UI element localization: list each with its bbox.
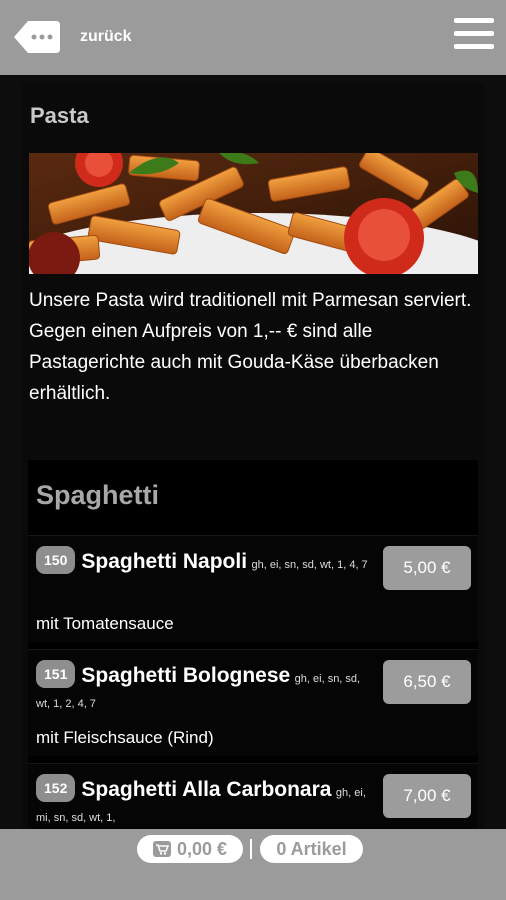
section-intro: Unsere Pasta wird traditionell mit Parme… xyxy=(29,290,472,404)
section-title: Pasta xyxy=(30,103,89,128)
price-button[interactable]: 7,00 € xyxy=(383,774,471,818)
back-label[interactable]: zurück xyxy=(80,28,132,46)
item-name: Spaghetti Bolognese xyxy=(81,664,291,687)
price-button[interactable]: 6,50 € xyxy=(383,660,471,704)
menu-item[interactable]: 150 Spaghetti Napoli gh, ei, sn, sd, wt, … xyxy=(28,535,478,642)
item-description: mit Tomatensauce xyxy=(36,614,174,633)
cart-count: 0 Artikel xyxy=(276,838,347,859)
cart-total: 0,00 € xyxy=(176,838,228,859)
back-arrow-icon xyxy=(14,21,60,53)
item-header: 150 Spaghetti Napoli gh, ei, sn, sd, wt, … xyxy=(36,546,376,577)
cart-count-button[interactable]: 0 Artikel xyxy=(260,835,363,863)
item-number-badge: 150 xyxy=(36,546,76,574)
hamburger-menu-icon[interactable] xyxy=(454,18,494,54)
back-button[interactable] xyxy=(12,19,62,55)
bottom-bar: 0,00 € 0 Artikel xyxy=(0,829,506,900)
item-allergens: gh, ei, sn, sd, wt, 1, 4, 7 xyxy=(251,559,368,571)
cart-icon xyxy=(152,841,171,857)
item-header: 152 Spaghetti Alla Carbonara gh, ei, mi, … xyxy=(36,774,376,829)
item-number-badge: 151 xyxy=(36,660,76,688)
pasta-image xyxy=(29,153,478,274)
top-bar: zurück xyxy=(0,0,506,75)
item-name: Spaghetti Alla Carbonara xyxy=(81,778,332,801)
item-header: 151 Spaghetti Bolognese gh, ei, sn, sd, w… xyxy=(36,660,376,716)
menu-item[interactable]: 151 Spaghetti Bolognese gh, ei, sn, sd, w… xyxy=(28,649,478,756)
cart-divider xyxy=(250,839,252,859)
price-button[interactable]: 5,00 € xyxy=(383,546,471,590)
menu-item[interactable]: 152 Spaghetti Alla Carbonara gh, ei, mi, … xyxy=(28,763,478,829)
cart-total-button[interactable]: 0,00 € xyxy=(137,835,243,863)
content-area: Pasta Unsere Pasta wird traditionell mit… xyxy=(0,75,506,829)
item-description: mit Fleischsauce (Rind) xyxy=(36,728,214,747)
item-name: Spaghetti Napoli xyxy=(81,550,248,573)
group-title: Spaghetti xyxy=(36,480,160,510)
item-number-badge: 152 xyxy=(36,774,76,802)
